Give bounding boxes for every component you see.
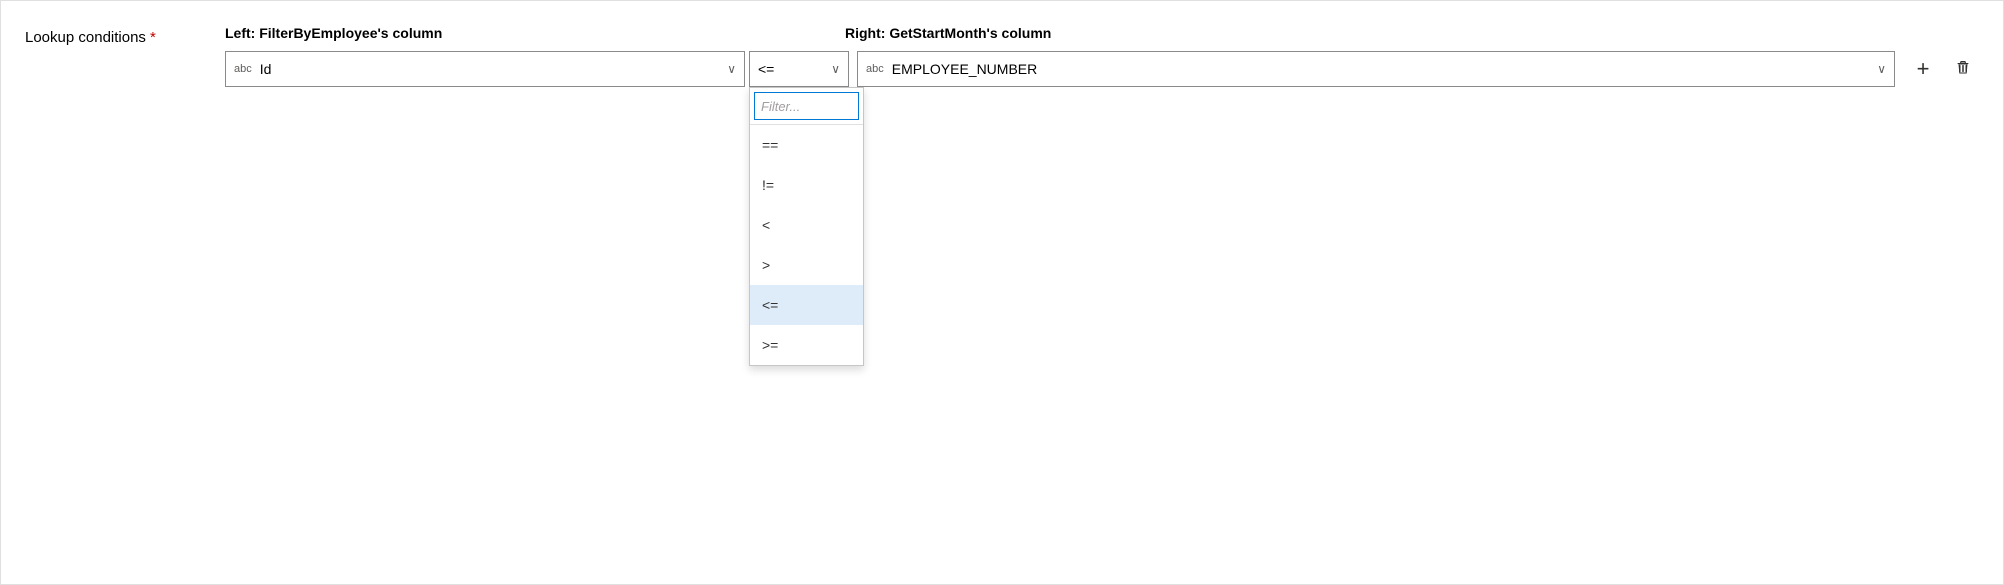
lookup-conditions-label: Lookup conditions (25, 29, 146, 46)
plus-icon: + (1917, 56, 1930, 82)
operator-value: <= (758, 61, 827, 77)
operator-option-lte[interactable]: <= (750, 285, 863, 325)
condition-row: abc Id ∨ <= ∨ == (225, 51, 1979, 87)
left-chevron-icon: ∨ (727, 62, 736, 76)
left-type-badge: abc (234, 63, 252, 75)
left-column-value: Id (260, 61, 723, 77)
required-star: * (150, 29, 156, 46)
right-column-dropdown[interactable]: abc EMPLOYEE_NUMBER ∨ (857, 51, 1895, 87)
left-dropdown-container: abc Id ∨ (225, 51, 745, 87)
operator-option-gt[interactable]: > (750, 245, 863, 285)
add-condition-button[interactable]: + (1907, 53, 1939, 85)
right-column-header: Right: GetStartMonth's column (845, 25, 1979, 41)
operator-chevron-icon: ∨ (831, 62, 840, 76)
operator-dropdown-menu: == != < > <= >= (749, 87, 864, 366)
left-column-dropdown[interactable]: abc Id ∨ (225, 51, 745, 87)
action-buttons: + (1907, 51, 1979, 85)
lookup-conditions-section: Lookup conditions * (25, 25, 225, 46)
operator-container: <= ∨ == != < (749, 51, 849, 87)
right-chevron-icon: ∨ (1877, 62, 1886, 76)
operator-option-eq[interactable]: == (750, 125, 863, 165)
right-dropdown-container: abc EMPLOYEE_NUMBER ∨ (857, 51, 1895, 87)
columns-header-row: Left: FilterByEmployee's column Right: G… (225, 25, 1979, 41)
conditions-body: Left: FilterByEmployee's column Right: G… (225, 25, 1979, 87)
trash-icon (1954, 58, 1972, 81)
delete-condition-button[interactable] (1947, 53, 1979, 85)
filter-input-container (750, 88, 863, 125)
operator-option-gte[interactable]: >= (750, 325, 863, 365)
main-container: Lookup conditions * Left: FilterByEmploy… (0, 0, 2004, 585)
operator-option-lt[interactable]: < (750, 205, 863, 245)
right-column-value: EMPLOYEE_NUMBER (892, 61, 1873, 77)
operator-option-neq[interactable]: != (750, 165, 863, 205)
right-type-badge: abc (866, 63, 884, 75)
left-column-header: Left: FilterByEmployee's column (225, 25, 745, 41)
operator-filter-input[interactable] (754, 92, 859, 120)
operator-dropdown[interactable]: <= ∨ (749, 51, 849, 87)
